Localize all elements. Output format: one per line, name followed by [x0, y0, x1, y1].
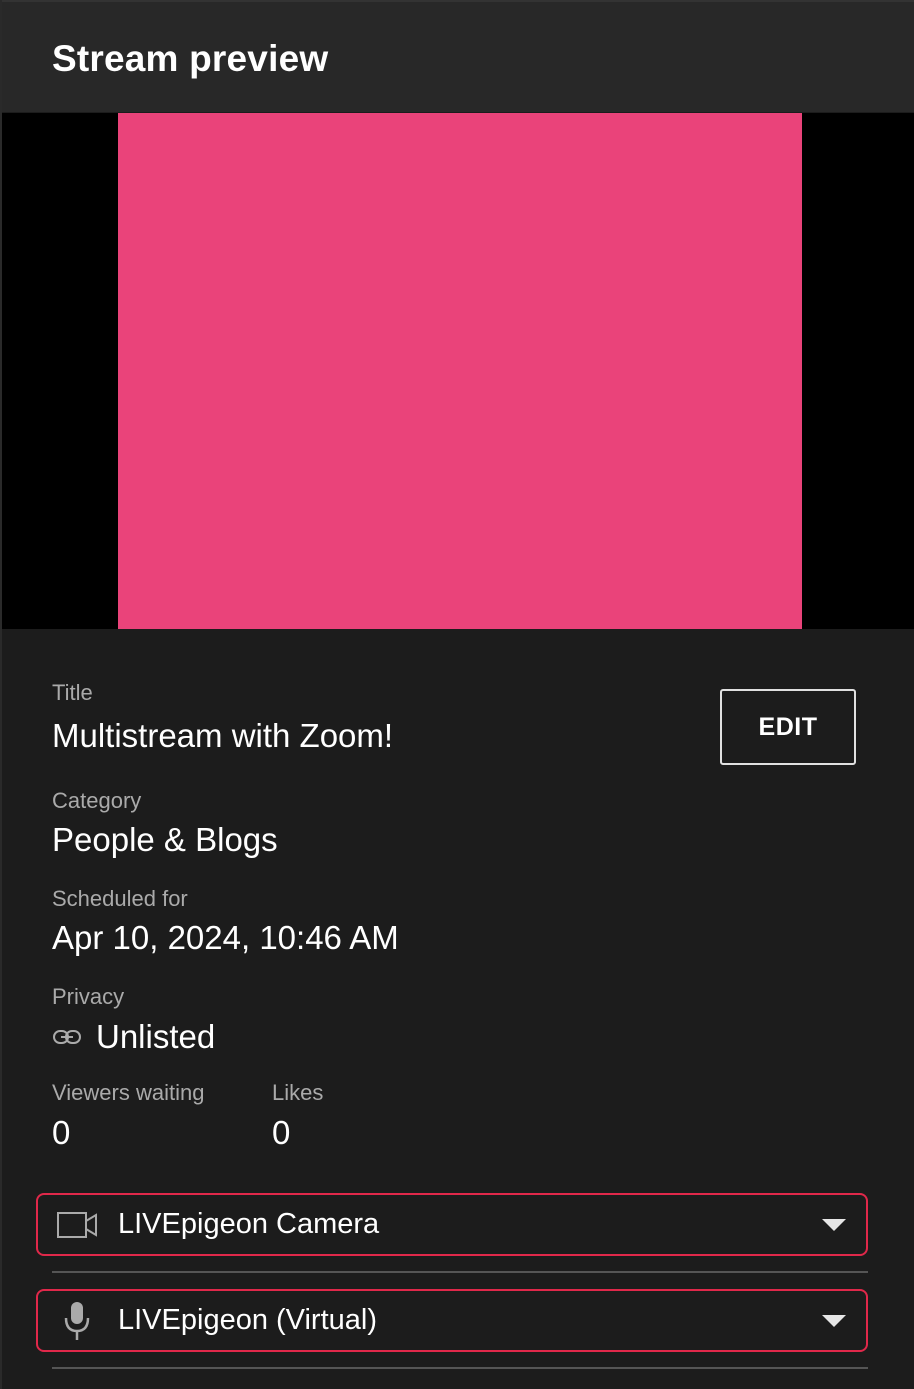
microphone-select[interactable]: LIVEpigeon (Virtual) — [36, 1289, 868, 1352]
link-icon — [53, 1030, 81, 1044]
camera-select-value: LIVEpigeon Camera — [118, 1208, 380, 1240]
edit-button[interactable]: EDIT — [720, 689, 856, 765]
chevron-down-icon — [822, 1315, 846, 1327]
camera-select[interactable]: LIVEpigeon Camera — [36, 1193, 868, 1256]
privacy-label: Privacy — [52, 984, 125, 1009]
video-preview — [2, 113, 914, 629]
likes-value: 0 — [272, 1114, 291, 1151]
scheduled-value: Apr 10, 2024, 10:46 AM — [52, 919, 399, 956]
camera-divider — [52, 1271, 868, 1273]
panel-header: Stream preview — [2, 0, 914, 112]
chevron-down-icon — [822, 1219, 846, 1231]
panel-title: Stream preview — [52, 38, 329, 79]
title-label: Title — [52, 680, 93, 705]
video-camera-icon — [57, 1211, 97, 1238]
scheduled-label: Scheduled for — [52, 886, 188, 911]
viewers-waiting-label: Viewers waiting — [52, 1080, 205, 1105]
preview-frame — [118, 113, 802, 629]
privacy-value: Unlisted — [96, 1018, 216, 1055]
category-label: Category — [52, 788, 142, 813]
category-value: People & Blogs — [52, 821, 278, 858]
viewers-waiting-value: 0 — [52, 1114, 71, 1151]
microphone-icon — [64, 1301, 90, 1340]
likes-label: Likes — [272, 1080, 324, 1105]
privacy-row: Unlisted — [52, 1016, 215, 1058]
microphone-divider — [52, 1367, 868, 1369]
title-value: Multistream with Zoom! — [52, 717, 394, 754]
microphone-select-value: LIVEpigeon (Virtual) — [118, 1304, 378, 1336]
stream-preview-panel: Stream preview Title Multistream with Zo… — [0, 0, 914, 1389]
